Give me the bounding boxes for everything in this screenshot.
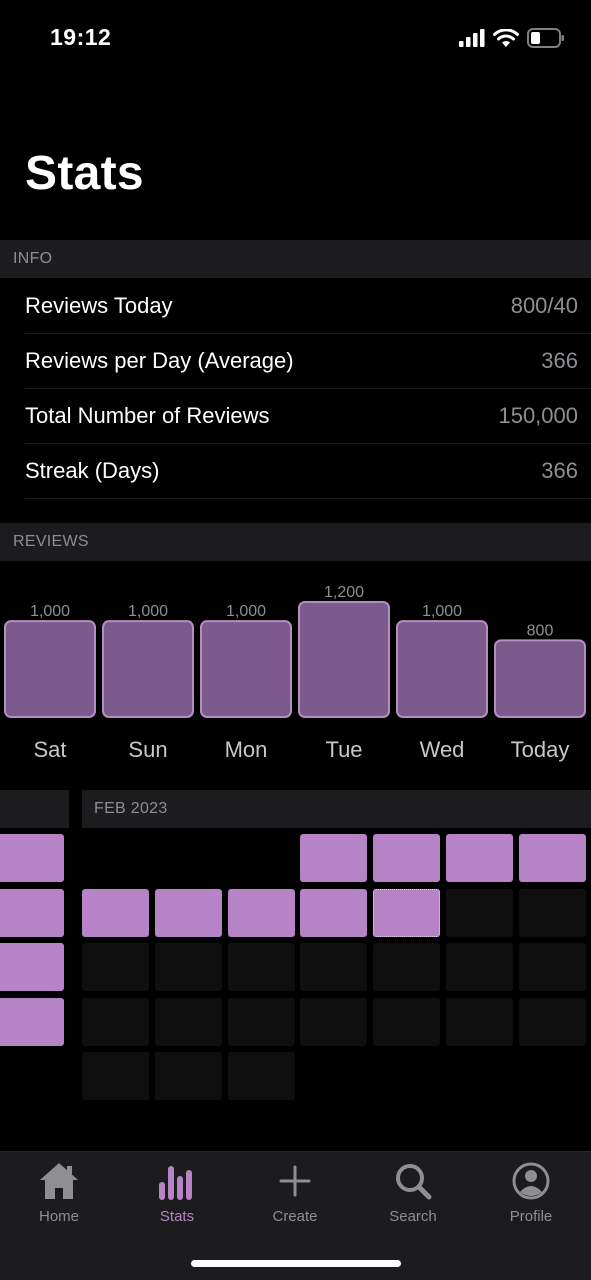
active-day-cell bbox=[82, 888, 149, 937]
info-list: Reviews Today 800/40 Reviews per Day (Av… bbox=[0, 279, 591, 499]
chart-bar bbox=[298, 601, 390, 718]
inactive-day-cell bbox=[154, 1052, 222, 1101]
inactive-day-cell bbox=[154, 943, 222, 992]
active-day-cell bbox=[518, 834, 586, 882]
inactive-day-cell bbox=[82, 997, 149, 1046]
today-cell bbox=[373, 888, 441, 937]
home-indicator bbox=[191, 1260, 401, 1267]
inactive-day-cell bbox=[446, 888, 513, 937]
page-title: Stats bbox=[25, 147, 144, 200]
info-row-total-reviews: Total Number of Reviews 150,000 bbox=[0, 389, 591, 444]
chart-bar bbox=[494, 639, 586, 718]
tab-stats[interactable]: Stats bbox=[118, 1152, 236, 1232]
profile-icon bbox=[512, 1162, 550, 1200]
stats-icon bbox=[159, 1166, 192, 1200]
info-label: Streak (Days) bbox=[25, 458, 160, 483]
info-row-reviews-today: Reviews Today 800/40 bbox=[0, 279, 591, 334]
bar-value-label: 1,000 bbox=[422, 603, 462, 620]
active-day-cell bbox=[446, 834, 513, 882]
tab-home[interactable]: Home bbox=[0, 1152, 118, 1232]
month-header: FEB 2023 bbox=[82, 790, 591, 828]
info-value: 366 bbox=[541, 458, 578, 483]
active-day-cell bbox=[154, 888, 222, 937]
inactive-day-cell bbox=[82, 1052, 149, 1101]
active-day-cell bbox=[300, 834, 368, 882]
bar-category-label: Tue bbox=[325, 737, 362, 762]
tab-search[interactable]: Search bbox=[354, 1152, 472, 1232]
info-label: Reviews Today bbox=[25, 293, 173, 318]
info-section-header: INFO bbox=[0, 240, 591, 278]
bar-category-label: Wed bbox=[420, 737, 465, 762]
bar-value-label: 1,200 bbox=[324, 584, 364, 601]
inactive-day-cell bbox=[518, 997, 586, 1046]
inactive-day-cell bbox=[373, 997, 441, 1046]
home-icon bbox=[40, 1163, 78, 1199]
prev-month-header bbox=[0, 790, 69, 828]
info-row-reviews-per-day: Reviews per Day (Average) 366 bbox=[0, 334, 591, 389]
tab-label: Stats bbox=[159, 1208, 195, 1225]
inactive-day-cell bbox=[446, 943, 513, 992]
info-label: Reviews per Day (Average) bbox=[25, 348, 294, 373]
status-time: 19:12 bbox=[50, 24, 112, 50]
chart-bar bbox=[102, 620, 194, 719]
inactive-day-cell bbox=[518, 888, 586, 937]
battery-icon bbox=[527, 28, 564, 48]
chart-bar bbox=[200, 620, 292, 719]
tab-label: Search bbox=[389, 1208, 437, 1225]
status-icons bbox=[459, 24, 565, 52]
tab-label: Create bbox=[272, 1208, 318, 1225]
tab-create[interactable]: Create bbox=[236, 1152, 354, 1232]
bar-value-label: 1,000 bbox=[226, 603, 266, 620]
reviews-section-label: REVIEWS bbox=[13, 533, 89, 550]
tab-label: Home bbox=[38, 1208, 79, 1225]
bar-category-label: Mon bbox=[225, 737, 268, 762]
active-day-cell bbox=[373, 834, 441, 882]
bar-value-label: 1,000 bbox=[30, 603, 70, 620]
info-label: Total Number of Reviews bbox=[25, 403, 270, 428]
prev-month-day-cell bbox=[0, 943, 64, 992]
reviews-bar-chart: 1,000 Sat 1,000 Sun 1,000 Mon 1,200 Tue 1,000 Wed… bbox=[0, 560, 591, 785]
info-value: 150,000 bbox=[498, 403, 578, 428]
inactive-day-cell bbox=[227, 1052, 295, 1101]
inactive-day-cell bbox=[227, 943, 295, 992]
inactive-day-cell bbox=[227, 997, 295, 1046]
info-row-streak: Streak (Days) 366 bbox=[0, 444, 591, 499]
inactive-day-cell bbox=[446, 997, 513, 1046]
reviews-chart-svg: 1,000 Sat 1,000 Sun 1,000 Mon 1,200 Tue 1,000 Wed… bbox=[4, 584, 586, 762]
active-day-cell bbox=[300, 888, 368, 937]
cellular-signal-icon bbox=[459, 29, 485, 47]
inactive-day-cell bbox=[518, 943, 586, 992]
chart-bar bbox=[4, 620, 96, 719]
reviews-section-header: REVIEWS bbox=[0, 523, 591, 561]
bar-value-label: 1,000 bbox=[128, 603, 168, 620]
info-section-label: INFO bbox=[13, 250, 53, 267]
bar-category-label: Sun bbox=[128, 737, 167, 762]
search-icon bbox=[396, 1164, 432, 1200]
wifi-icon bbox=[493, 28, 519, 47]
active-day-cell bbox=[227, 888, 295, 937]
inactive-day-cell bbox=[300, 943, 368, 992]
prev-month-day-cell bbox=[0, 834, 64, 882]
inactive-day-cell bbox=[373, 943, 441, 992]
inactive-day-cell bbox=[154, 997, 222, 1046]
plus-icon bbox=[279, 1165, 311, 1197]
info-value: 366 bbox=[541, 348, 578, 373]
status-bar: 19:12 bbox=[0, 0, 591, 80]
prev-month-day-cell bbox=[0, 997, 64, 1046]
inactive-day-cell bbox=[82, 943, 149, 992]
row-divider bbox=[25, 498, 591, 499]
bar-value-label: 800 bbox=[527, 622, 554, 639]
prev-month-day-cell bbox=[0, 888, 64, 937]
info-value: 800/40 bbox=[510, 293, 578, 318]
tab-profile[interactable]: Profile bbox=[472, 1152, 590, 1232]
bar-category-label: Today bbox=[511, 737, 570, 762]
tab-label: Profile bbox=[509, 1208, 553, 1225]
chart-bar bbox=[396, 620, 488, 719]
inactive-day-cell bbox=[300, 997, 368, 1046]
bar-category-label: Sat bbox=[33, 737, 66, 762]
month-label: FEB 2023 bbox=[94, 800, 168, 817]
